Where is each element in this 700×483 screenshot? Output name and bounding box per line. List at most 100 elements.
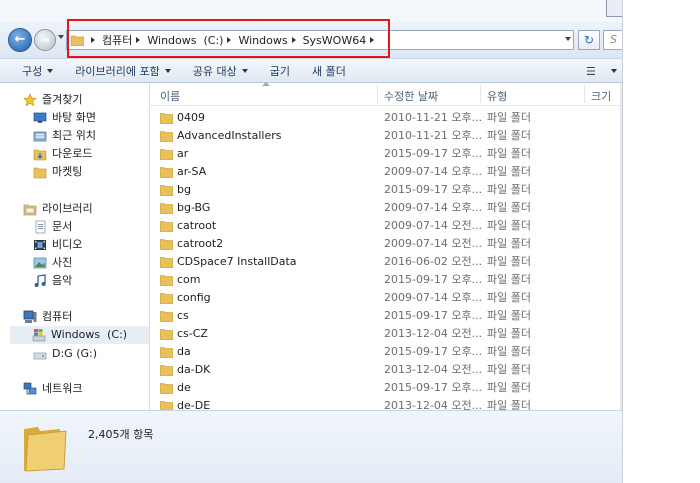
column-separator[interactable]: [377, 85, 378, 103]
downloads-folder-icon: [33, 149, 47, 161]
nav-music[interactable]: 음악: [33, 272, 72, 290]
pictures-icon: [33, 257, 47, 269]
column-type[interactable]: 유형: [487, 88, 507, 104]
table-row[interactable]: catroot 2009-07-14 오전... 파일 폴더: [150, 217, 622, 235]
table-row[interactable]: de 2015-09-17 오후... 파일 폴더: [150, 379, 622, 397]
chevron-down-icon: [47, 68, 54, 73]
table-row[interactable]: ar-SA 2009-07-14 오후... 파일 폴더: [150, 163, 622, 181]
folder-icon: [160, 131, 173, 142]
burn-button[interactable]: 굽기: [270, 63, 290, 79]
forward-button[interactable]: →: [34, 29, 56, 51]
address-highlight-box: [67, 19, 390, 58]
table-row[interactable]: CDSpace7 InstallData 2016-06-02 오전... 파일 폴…: [150, 253, 622, 271]
recent-pages-dropdown-icon[interactable]: [58, 35, 64, 39]
chevron-down-icon[interactable]: [611, 69, 617, 73]
back-button[interactable]: ←: [8, 28, 32, 52]
folder-icon: [33, 167, 47, 179]
file-date: 2009-07-14 오후...: [384, 291, 483, 304]
file-name: bg: [177, 183, 191, 196]
address-history-dropdown-icon[interactable]: [565, 37, 571, 41]
nav-computer[interactable]: 컴퓨터: [23, 308, 72, 326]
include-library-menu[interactable]: 라이브러리에 포함: [75, 63, 171, 79]
file-list: 이름 수정한 날짜 유형 크기 0409 2010-11-21 오후... 파일 폴…: [150, 82, 622, 412]
column-name[interactable]: 이름: [160, 88, 180, 104]
file-type: 파일 폴더: [487, 219, 531, 232]
table-row[interactable]: config 2009-07-14 오후... 파일 폴더: [150, 289, 622, 307]
folder-icon: [160, 167, 173, 178]
file-type: 파일 폴더: [487, 129, 531, 142]
folder-icon: [160, 275, 173, 286]
file-name: config: [177, 291, 211, 304]
folder-icon: [160, 383, 173, 394]
nav-desktop[interactable]: 바탕 화면: [33, 109, 96, 127]
table-row[interactable]: bg-BG 2009-07-14 오후... 파일 폴더: [150, 199, 622, 217]
nav-marketing[interactable]: 마켓팅: [33, 163, 82, 181]
view-options-icon[interactable]: ☰: [586, 65, 596, 78]
new-folder-label: 새 폴더: [311, 64, 346, 78]
share-with-menu[interactable]: 공유 대상: [193, 63, 248, 79]
file-date: 2013-12-04 오전...: [384, 363, 483, 376]
star-icon: [23, 93, 37, 107]
nav-libraries[interactable]: 라이브러리: [23, 200, 93, 218]
table-row[interactable]: com 2015-09-17 오후... 파일 폴더: [150, 271, 622, 289]
nav-drive-c[interactable]: Windows (C:): [10, 326, 149, 344]
table-row[interactable]: da 2015-09-17 오후... 파일 폴더: [150, 343, 622, 361]
include-library-label: 라이브러리에 포함: [75, 64, 160, 78]
nav-libraries-label: 라이브러리: [42, 202, 93, 215]
table-row[interactable]: ar 2015-09-17 오후... 파일 폴더: [150, 145, 622, 163]
column-separator[interactable]: [480, 85, 481, 103]
video-icon: [34, 240, 46, 250]
documents-icon: [35, 220, 46, 234]
explorer-window: ← → 컴퓨터 Windows (C:) Windows SysWOW64 ↻ …: [0, 0, 622, 483]
refresh-button[interactable]: ↻: [578, 30, 600, 50]
command-bar: 구성 라이브러리에 포함 공유 대상 굽기 새 폴더 ☰: [0, 58, 622, 83]
column-separator[interactable]: [584, 85, 585, 103]
nav-pictures-label: 사진: [52, 256, 73, 269]
nav-recent-places[interactable]: 최근 위치: [33, 127, 96, 145]
file-name: de: [177, 381, 191, 394]
window-control-button[interactable]: [606, 0, 622, 17]
drive-icon: [33, 352, 47, 360]
folder-icon: [160, 221, 173, 232]
file-type: 파일 폴더: [487, 273, 531, 286]
file-name: da-DK: [177, 363, 211, 376]
file-name: CDSpace7 InstallData: [177, 255, 297, 268]
file-name: catroot: [177, 219, 217, 232]
file-name: bg-BG: [177, 201, 211, 214]
file-type: 파일 폴더: [487, 255, 531, 268]
column-date-modified[interactable]: 수정한 날짜: [384, 88, 438, 104]
nav-downloads[interactable]: 다운로드: [33, 145, 92, 163]
table-row[interactable]: catroot2 2009-07-14 오전... 파일 폴더: [150, 235, 622, 253]
new-folder-button[interactable]: 새 폴더: [312, 63, 346, 79]
nav-drive-c-label: Windows (C:): [51, 328, 128, 341]
folder-icon: [160, 203, 173, 214]
nav-documents[interactable]: 문서: [33, 218, 72, 236]
library-icon: [23, 204, 37, 216]
file-date: 2010-11-21 오후...: [384, 129, 483, 142]
nav-marketing-label: 마켓팅: [52, 165, 83, 178]
table-row[interactable]: AdvancedInstallers 2010-11-21 오후... 파일 폴더: [150, 127, 622, 145]
table-row[interactable]: bg 2015-09-17 오후... 파일 폴더: [150, 181, 622, 199]
table-row[interactable]: cs 2015-09-17 오후... 파일 폴더: [150, 307, 622, 325]
table-row[interactable]: da-DK 2013-12-04 오전... 파일 폴더: [150, 361, 622, 379]
search-input[interactable]: S: [603, 30, 622, 50]
file-date: 2015-09-17 오후...: [384, 183, 483, 196]
nav-network[interactable]: 네트워크: [23, 380, 82, 398]
organize-menu[interactable]: 구성: [22, 63, 54, 79]
nav-drive-g[interactable]: D:G (G:): [33, 345, 97, 363]
file-name: cs: [177, 309, 189, 322]
table-row[interactable]: cs-CZ 2013-12-04 오전... 파일 폴더: [150, 325, 622, 343]
table-row[interactable]: 0409 2010-11-21 오후... 파일 폴더: [150, 109, 622, 127]
nav-videos[interactable]: 비디오: [33, 236, 82, 254]
nav-pictures[interactable]: 사진: [33, 254, 72, 272]
file-type: 파일 폴더: [487, 291, 531, 304]
file-rows: 0409 2010-11-21 오후... 파일 폴더 AdvancedInstall…: [150, 109, 622, 415]
column-size[interactable]: 크기: [591, 88, 611, 104]
file-name: cs-CZ: [177, 327, 208, 340]
folder-icon: [160, 311, 173, 322]
nav-videos-label: 비디오: [52, 238, 83, 251]
file-name: catroot2: [177, 237, 224, 250]
nav-favorites[interactable]: 즐겨찾기: [23, 91, 82, 109]
nav-documents-label: 문서: [52, 220, 73, 233]
window-border: [622, 0, 623, 483]
